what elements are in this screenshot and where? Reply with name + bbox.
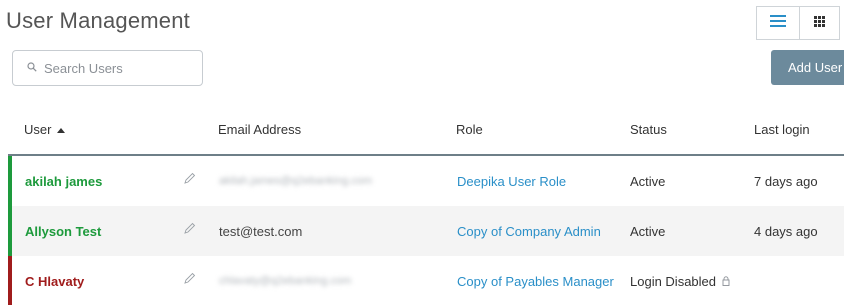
search-input[interactable] bbox=[44, 60, 194, 76]
view-toggle bbox=[756, 6, 840, 40]
table-body: akilah james akilah.james@q2ebanking.com… bbox=[8, 154, 844, 305]
grid-view-button[interactable] bbox=[800, 6, 840, 40]
edit-pencil-icon[interactable] bbox=[184, 222, 196, 237]
user-name-link[interactable]: C Hlavaty bbox=[25, 274, 84, 289]
table-header: User Email Address Role Status Last logi… bbox=[8, 108, 844, 154]
user-name-link[interactable]: akilah james bbox=[25, 174, 102, 189]
table-row[interactable]: akilah james akilah.james@q2ebanking.com… bbox=[8, 156, 844, 206]
status-text: Active bbox=[630, 224, 666, 239]
user-email: test@test.com bbox=[219, 224, 303, 239]
column-header-user[interactable]: User bbox=[24, 122, 66, 137]
list-view-icon bbox=[770, 14, 786, 32]
column-header-email[interactable]: Email Address bbox=[218, 122, 301, 137]
user-email: chlavaty@q2ebanking.com bbox=[219, 275, 352, 287]
search-icon bbox=[27, 59, 37, 77]
edit-pencil-icon[interactable] bbox=[184, 272, 196, 287]
list-view-button[interactable] bbox=[756, 6, 800, 40]
last-login: 7 days ago bbox=[754, 174, 818, 189]
page-title: User Management bbox=[6, 8, 190, 33]
edit-pencil-icon[interactable] bbox=[184, 172, 196, 187]
status-text: Active bbox=[630, 174, 666, 189]
table-row[interactable]: C Hlavaty chlavaty@q2ebanking.com Copy o… bbox=[8, 256, 844, 305]
column-header-status[interactable]: Status bbox=[630, 122, 667, 137]
lock-icon bbox=[722, 274, 730, 289]
status-text: Login Disabled bbox=[630, 274, 730, 289]
sort-ascending-icon bbox=[57, 127, 66, 133]
last-login: 4 days ago bbox=[754, 224, 818, 239]
column-header-role[interactable]: Role bbox=[456, 122, 483, 137]
user-email: akilah.james@q2ebanking.com bbox=[219, 175, 373, 187]
column-header-last-login[interactable]: Last login bbox=[754, 122, 810, 137]
search-box bbox=[12, 50, 203, 86]
role-link[interactable]: Copy of Payables Manager bbox=[457, 274, 614, 289]
role-link[interactable]: Deepika User Role bbox=[457, 174, 566, 189]
users-table: User Email Address Role Status Last logi… bbox=[8, 108, 844, 305]
role-link[interactable]: Copy of Company Admin bbox=[457, 224, 601, 239]
add-user-button[interactable]: Add User bbox=[771, 50, 844, 85]
user-name-link[interactable]: Allyson Test bbox=[25, 224, 101, 239]
grid-view-icon bbox=[814, 14, 825, 32]
table-row[interactable]: Allyson Test test@test.com Copy of Compa… bbox=[8, 206, 844, 256]
